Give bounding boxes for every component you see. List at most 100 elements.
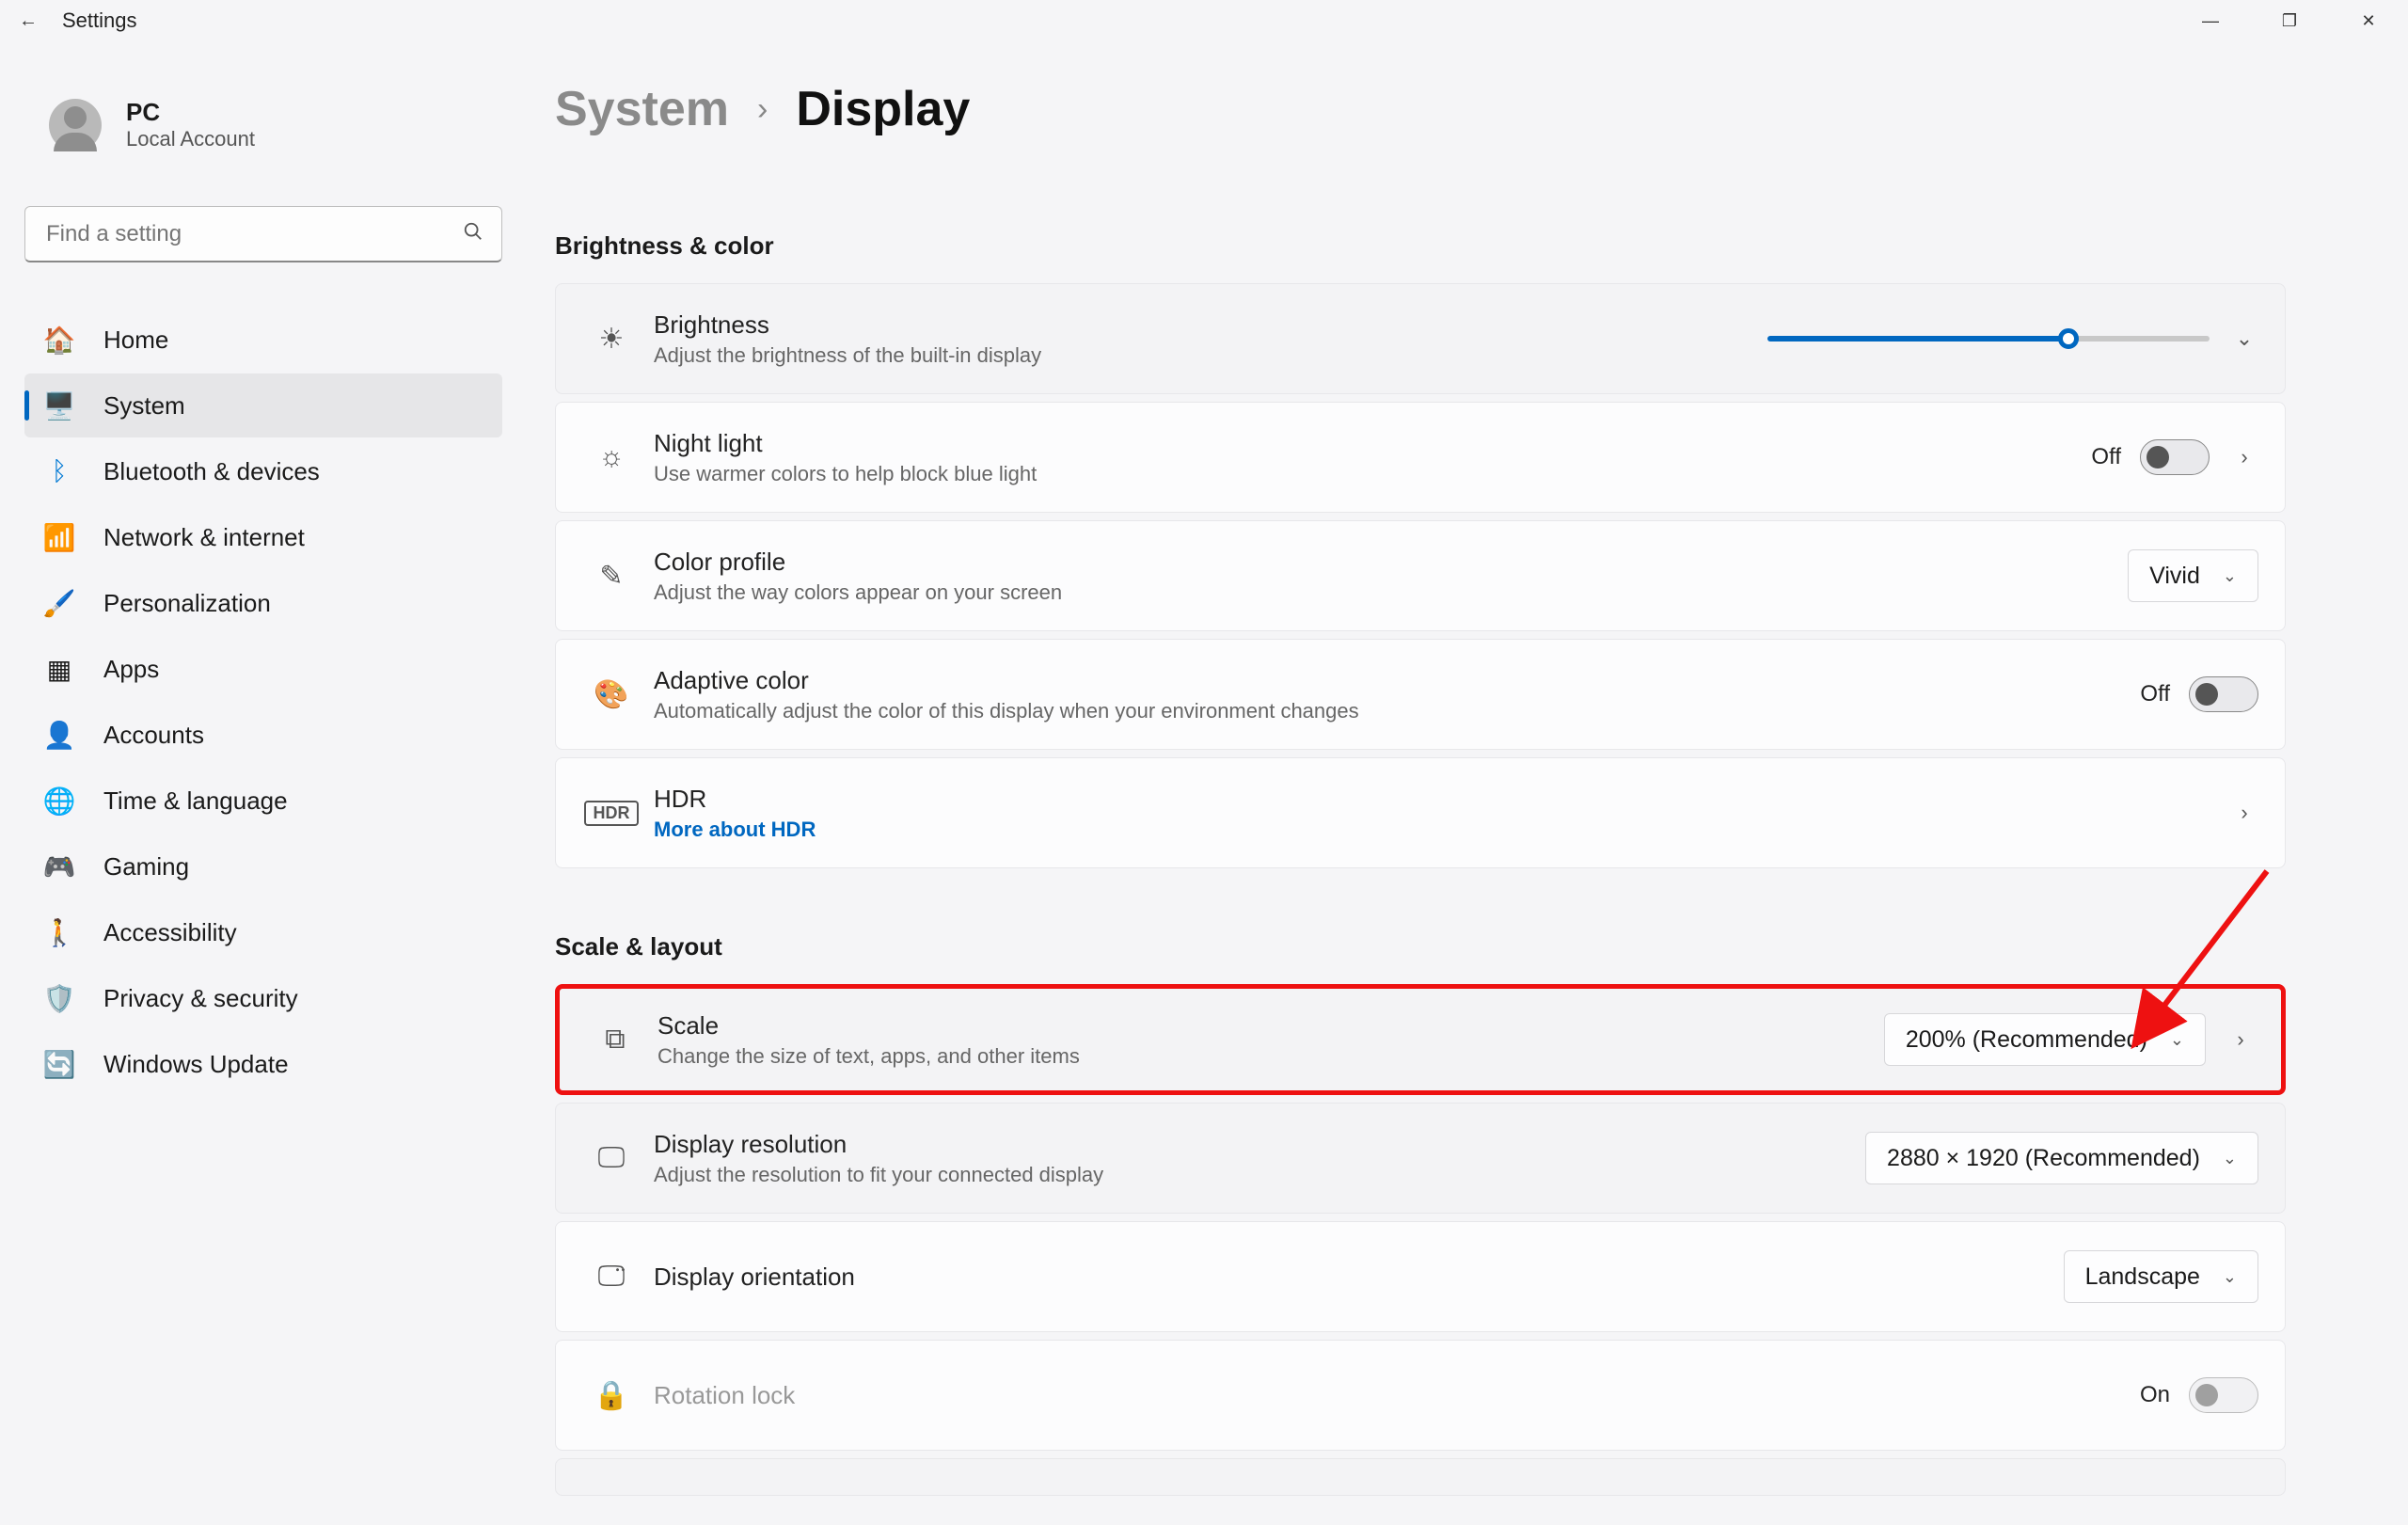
maximize-button[interactable]: ❐ bbox=[2250, 0, 2329, 41]
sidebar-item-apps[interactable]: ▦ Apps bbox=[24, 637, 502, 701]
card-rotation-lock: 🔒 Rotation lock On bbox=[555, 1340, 2286, 1451]
breadcrumb-current: Display bbox=[796, 81, 970, 137]
home-icon: 🏠 bbox=[43, 324, 75, 356]
card-orientation[interactable]: 🖵̈ Display orientation Landscape ⌄ bbox=[555, 1221, 2286, 1332]
sidebar-item-label: Accounts bbox=[103, 721, 204, 750]
card-color-profile[interactable]: ✎ Color profile Adjust the way colors ap… bbox=[555, 520, 2286, 631]
adaptive-color-toggle[interactable] bbox=[2189, 676, 2258, 712]
orientation-icon: 🖵̈ bbox=[584, 1261, 639, 1293]
chevron-right-icon: › bbox=[757, 91, 768, 128]
titlebar-left: ← Settings bbox=[19, 8, 137, 33]
card-resolution[interactable]: 🖵 Display resolution Adjust the resoluti… bbox=[555, 1103, 2286, 1214]
color-profile-dropdown[interactable]: Vivid ⌄ bbox=[2128, 549, 2258, 602]
back-arrow-icon[interactable]: ← bbox=[19, 10, 38, 32]
sidebar-item-label: Apps bbox=[103, 655, 159, 684]
card-right: ⌄ bbox=[1767, 326, 2258, 351]
card-text: Display resolution Adjust the resolution… bbox=[639, 1130, 1865, 1187]
dropdown-value: Vivid bbox=[2149, 563, 2200, 590]
hdr-link[interactable]: More about HDR bbox=[654, 818, 2230, 842]
bluetooth-icon: ᛒ bbox=[43, 455, 75, 487]
group-brightness-color: ☀ Brightness Adjust the brightness of th… bbox=[555, 283, 2286, 876]
orientation-dropdown[interactable]: Landscape ⌄ bbox=[2064, 1250, 2258, 1303]
card-title: Display resolution bbox=[654, 1130, 1865, 1159]
group-scale-layout: ⧉ Scale Change the size of text, apps, a… bbox=[555, 984, 2286, 1503]
sun-icon: ☀ bbox=[584, 323, 639, 356]
chevron-down-icon: ⌄ bbox=[2223, 1149, 2237, 1168]
card-right: Landscape ⌄ bbox=[2064, 1250, 2258, 1303]
card-text: Scale Change the size of text, apps, and… bbox=[642, 1011, 1884, 1069]
card-right: 200% (Recommended) ⌄ › bbox=[1884, 1013, 2255, 1066]
card-right: Off › bbox=[2091, 439, 2258, 475]
sidebar-item-time[interactable]: 🌐Time & language bbox=[24, 769, 502, 833]
sidebar-item-label: System bbox=[103, 391, 185, 421]
account-block[interactable]: PC Local Account bbox=[49, 98, 502, 151]
slider-thumb[interactable] bbox=[2058, 328, 2079, 349]
sidebar-item-accessibility[interactable]: 🚶 Accessibility bbox=[24, 900, 502, 964]
accessibility-icon: 🚶 bbox=[43, 916, 75, 948]
chevron-right-icon[interactable]: › bbox=[2230, 801, 2258, 825]
sidebar-item-personalization[interactable]: 🖌️Personalization bbox=[24, 571, 502, 635]
sidebar-item-bluetooth[interactable]: ᛒBluetooth & devices bbox=[24, 439, 502, 503]
card-adaptive-color[interactable]: 🎨 Adaptive color Automatically adjust th… bbox=[555, 639, 2286, 750]
card-title: Color profile bbox=[654, 548, 2128, 577]
sidebar-item-label: Windows Update bbox=[103, 1050, 289, 1079]
gamepad-icon: 🎮 bbox=[43, 850, 75, 882]
sidebar-item-update[interactable]: 🔄Windows Update bbox=[24, 1032, 502, 1096]
card-right: Off bbox=[2140, 676, 2258, 712]
rotation-lock-toggle bbox=[2189, 1377, 2258, 1413]
close-button[interactable]: ✕ bbox=[2329, 0, 2408, 41]
sidebar-item-network[interactable]: 📶Network & internet bbox=[24, 505, 502, 569]
card-text: Color profile Adjust the way colors appe… bbox=[639, 548, 2128, 605]
card-subtitle: Adjust the brightness of the built-in di… bbox=[654, 343, 1767, 368]
sidebar-item-system[interactable]: 🖥️System bbox=[24, 373, 502, 437]
sidebar-item-label: Personalization bbox=[103, 589, 271, 618]
breadcrumb-parent[interactable]: System bbox=[555, 81, 729, 137]
chevron-right-icon[interactable]: › bbox=[2230, 445, 2258, 469]
card-subtitle: Change the size of text, apps, and other… bbox=[657, 1044, 1884, 1069]
card-scale[interactable]: ⧉ Scale Change the size of text, apps, a… bbox=[555, 984, 2286, 1095]
card-right: Vivid ⌄ bbox=[2128, 549, 2258, 602]
card-title: HDR bbox=[654, 785, 2230, 814]
search-wrap bbox=[24, 206, 502, 262]
chevron-right-icon[interactable]: › bbox=[2226, 1027, 2255, 1052]
sidebar-item-label: Gaming bbox=[103, 852, 189, 882]
avatar-icon bbox=[49, 99, 102, 151]
person-icon: 👤 bbox=[43, 719, 75, 751]
brightness-slider[interactable] bbox=[1767, 336, 2210, 342]
card-more[interactable] bbox=[555, 1458, 2286, 1496]
sidebar-item-gaming[interactable]: 🎮 Gaming bbox=[24, 834, 502, 898]
card-title: Adaptive color bbox=[654, 666, 2140, 695]
resolution-dropdown[interactable]: 2880 × 1920 (Recommended) ⌄ bbox=[1865, 1132, 2258, 1184]
dropdown-value: 200% (Recommended) bbox=[1906, 1026, 2147, 1054]
sidebar-item-home[interactable]: 🏠Home bbox=[24, 308, 502, 372]
rotation-toggle-wrap: On bbox=[2140, 1377, 2258, 1413]
search-input[interactable] bbox=[24, 206, 502, 262]
card-title: Display orientation bbox=[654, 1263, 2064, 1292]
toggle-state-label: On bbox=[2140, 1382, 2170, 1408]
account-name: PC bbox=[126, 98, 255, 127]
card-right: › bbox=[2230, 801, 2258, 825]
card-night-light[interactable]: ☼ Night light Use warmer colors to help … bbox=[555, 402, 2286, 513]
card-right: 2880 × 1920 (Recommended) ⌄ bbox=[1865, 1132, 2258, 1184]
card-hdr[interactable]: HDR HDR More about HDR › bbox=[555, 757, 2286, 868]
sidebar-item-accounts[interactable]: 👤 Accounts bbox=[24, 703, 502, 767]
chevron-down-icon[interactable]: ⌄ bbox=[2230, 326, 2258, 351]
scale-dropdown[interactable]: 200% (Recommended) ⌄ bbox=[1884, 1013, 2206, 1066]
toggle-state-label: Off bbox=[2140, 681, 2170, 707]
rotation-lock-icon: 🔒 bbox=[584, 1379, 639, 1412]
sidebar-item-label: Accessibility bbox=[103, 918, 237, 947]
titlebar: ← Settings ― ❐ ✕ bbox=[0, 0, 2408, 41]
eyedropper-icon: ✎ bbox=[584, 560, 639, 593]
card-title: Night light bbox=[654, 429, 2091, 458]
breadcrumb: System › Display bbox=[555, 81, 2286, 137]
minimize-button[interactable]: ― bbox=[2171, 0, 2250, 41]
card-text: Adaptive color Automatically adjust the … bbox=[639, 666, 2140, 723]
apps-icon: ▦ bbox=[43, 653, 75, 685]
sidebar-item-label: Network & internet bbox=[103, 523, 305, 552]
sidebar: PC Local Account 🏠Home 🖥️System ᛒBluetoo… bbox=[0, 41, 527, 1525]
monitor-icon: 🖵 bbox=[584, 1142, 639, 1174]
app-title: Settings bbox=[62, 8, 137, 33]
sidebar-item-privacy[interactable]: 🛡️Privacy & security bbox=[24, 966, 502, 1030]
night-light-toggle[interactable] bbox=[2140, 439, 2210, 475]
card-brightness[interactable]: ☀ Brightness Adjust the brightness of th… bbox=[555, 283, 2286, 394]
